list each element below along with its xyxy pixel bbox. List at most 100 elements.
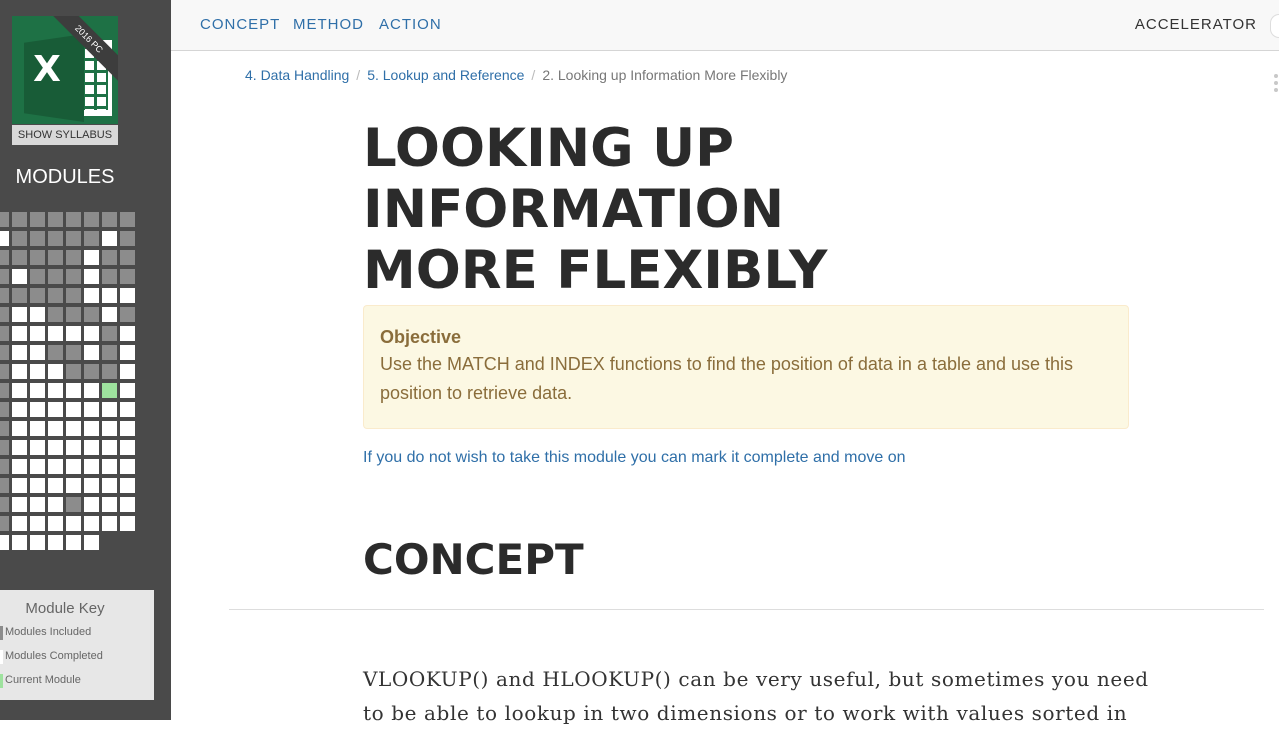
module-cell[interactable] bbox=[66, 288, 81, 303]
module-cell[interactable] bbox=[48, 478, 63, 493]
module-cell[interactable] bbox=[102, 497, 117, 512]
module-cell[interactable] bbox=[30, 440, 45, 455]
module-cell[interactable] bbox=[66, 364, 81, 379]
module-cell[interactable] bbox=[48, 212, 63, 227]
module-cell[interactable] bbox=[84, 421, 99, 436]
module-cell[interactable] bbox=[48, 364, 63, 379]
module-cell[interactable] bbox=[66, 402, 81, 417]
module-cell[interactable] bbox=[12, 383, 27, 398]
module-cell[interactable] bbox=[30, 516, 45, 531]
module-cell[interactable] bbox=[12, 212, 27, 227]
module-cell[interactable] bbox=[102, 326, 117, 341]
module-cell[interactable] bbox=[66, 516, 81, 531]
module-cell[interactable] bbox=[66, 383, 81, 398]
module-cell[interactable] bbox=[102, 402, 117, 417]
module-cell[interactable] bbox=[66, 421, 81, 436]
module-cell[interactable] bbox=[30, 345, 45, 360]
module-cell[interactable] bbox=[102, 478, 117, 493]
module-cell[interactable] bbox=[84, 459, 99, 474]
module-cell[interactable] bbox=[30, 535, 45, 550]
module-cell[interactable] bbox=[12, 516, 27, 531]
module-cell[interactable] bbox=[84, 383, 99, 398]
module-cell[interactable] bbox=[102, 212, 117, 227]
module-cell[interactable] bbox=[48, 307, 63, 322]
module-cell[interactable] bbox=[30, 497, 45, 512]
module-cell[interactable] bbox=[0, 459, 9, 474]
module-cell[interactable] bbox=[12, 402, 27, 417]
module-cell[interactable] bbox=[48, 535, 63, 550]
module-cell[interactable] bbox=[0, 516, 9, 531]
module-cell[interactable] bbox=[120, 364, 135, 379]
nav-method-link[interactable]: METHOD bbox=[293, 16, 364, 33]
module-cell[interactable] bbox=[48, 497, 63, 512]
nav-action-link[interactable]: ACTION bbox=[379, 16, 442, 33]
module-cell[interactable] bbox=[102, 288, 117, 303]
module-cell[interactable] bbox=[66, 326, 81, 341]
module-cell[interactable] bbox=[84, 364, 99, 379]
module-cell[interactable] bbox=[0, 440, 9, 455]
show-syllabus-button[interactable]: SHOW SYLLABUS bbox=[12, 125, 118, 145]
module-cell[interactable] bbox=[30, 421, 45, 436]
module-cell[interactable] bbox=[0, 478, 9, 493]
module-cell[interactable] bbox=[30, 383, 45, 398]
module-cell[interactable] bbox=[30, 231, 45, 246]
module-cell[interactable] bbox=[102, 307, 117, 322]
more-options-icon[interactable] bbox=[1274, 74, 1278, 95]
module-cell[interactable] bbox=[120, 250, 135, 265]
module-cell[interactable] bbox=[0, 307, 9, 322]
module-cell[interactable] bbox=[48, 326, 63, 341]
module-cell[interactable] bbox=[120, 307, 135, 322]
module-cell[interactable] bbox=[84, 535, 99, 550]
module-cell[interactable] bbox=[120, 421, 135, 436]
module-cell[interactable] bbox=[0, 231, 9, 246]
breadcrumb-lookup-reference[interactable]: 5. Lookup and Reference bbox=[367, 67, 524, 83]
module-cell[interactable] bbox=[48, 231, 63, 246]
module-cell[interactable] bbox=[48, 250, 63, 265]
module-cell[interactable] bbox=[30, 269, 45, 284]
module-cell-current[interactable] bbox=[102, 383, 117, 398]
module-cell[interactable] bbox=[48, 421, 63, 436]
module-cell[interactable] bbox=[48, 402, 63, 417]
module-cell[interactable] bbox=[102, 345, 117, 360]
module-cell[interactable] bbox=[12, 345, 27, 360]
module-cell[interactable] bbox=[0, 535, 9, 550]
module-cell[interactable] bbox=[102, 231, 117, 246]
module-cell[interactable] bbox=[0, 402, 9, 417]
module-cell[interactable] bbox=[84, 516, 99, 531]
module-cell[interactable] bbox=[0, 497, 9, 512]
module-cell[interactable] bbox=[120, 345, 135, 360]
module-cell[interactable] bbox=[84, 478, 99, 493]
module-cell[interactable] bbox=[30, 478, 45, 493]
module-cell[interactable] bbox=[120, 269, 135, 284]
module-cell[interactable] bbox=[12, 307, 27, 322]
module-cell[interactable] bbox=[48, 459, 63, 474]
module-cell[interactable] bbox=[120, 288, 135, 303]
module-cell[interactable] bbox=[66, 212, 81, 227]
module-cell[interactable] bbox=[12, 231, 27, 246]
module-cell[interactable] bbox=[120, 478, 135, 493]
module-cell[interactable] bbox=[120, 497, 135, 512]
module-cell[interactable] bbox=[12, 497, 27, 512]
module-cell[interactable] bbox=[102, 250, 117, 265]
module-cell[interactable] bbox=[12, 535, 27, 550]
module-cell[interactable] bbox=[12, 421, 27, 436]
module-cell[interactable] bbox=[66, 250, 81, 265]
module-cell[interactable] bbox=[30, 326, 45, 341]
module-cell[interactable] bbox=[66, 269, 81, 284]
module-cell[interactable] bbox=[66, 440, 81, 455]
module-cell[interactable] bbox=[0, 288, 9, 303]
module-cell[interactable] bbox=[48, 345, 63, 360]
module-cell[interactable] bbox=[12, 478, 27, 493]
module-cell[interactable] bbox=[102, 516, 117, 531]
module-cell[interactable] bbox=[0, 383, 9, 398]
module-cell[interactable] bbox=[48, 269, 63, 284]
module-cell[interactable] bbox=[102, 269, 117, 284]
module-cell[interactable] bbox=[102, 440, 117, 455]
module-cell[interactable] bbox=[30, 250, 45, 265]
module-cell[interactable] bbox=[120, 383, 135, 398]
module-cell[interactable] bbox=[0, 364, 9, 379]
module-cell[interactable] bbox=[84, 307, 99, 322]
module-cell[interactable] bbox=[102, 364, 117, 379]
module-cell[interactable] bbox=[84, 440, 99, 455]
module-cell[interactable] bbox=[30, 459, 45, 474]
